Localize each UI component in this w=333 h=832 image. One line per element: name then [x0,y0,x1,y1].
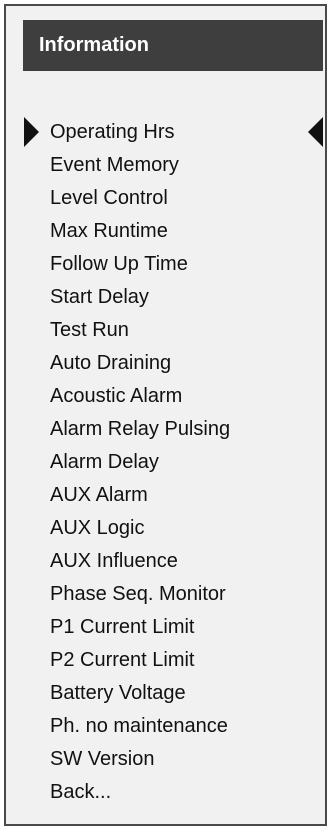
menu-item-max-runtime[interactable]: Max Runtime [50,216,168,246]
menu-item-operating-hrs[interactable]: Operating Hrs [50,117,175,147]
menu-item-event-memory[interactable]: Event Memory [50,150,179,180]
info-menu-panel: Information Operating Hrs Event Memory L… [4,4,327,826]
menu-item-sw-version[interactable]: SW Version [50,744,154,774]
menu-item-phase-seq-monitor[interactable]: Phase Seq. Monitor [50,579,226,609]
menu-item-level-control[interactable]: Level Control [50,183,168,213]
menu-item-battery-voltage[interactable]: Battery Voltage [50,678,186,708]
menu-item-alarm-relay-pulsing[interactable]: Alarm Relay Pulsing [50,414,230,444]
menu-item-alarm-delay[interactable]: Alarm Delay [50,447,159,477]
selection-arrow-right-icon [308,117,323,147]
menu-header: Information [23,20,323,71]
menu-item-aux-logic[interactable]: AUX Logic [50,513,145,543]
menu-item-acoustic-alarm[interactable]: Acoustic Alarm [50,381,182,411]
menu-item-back[interactable]: Back... [50,777,111,807]
selection-arrow-left-icon [24,117,39,147]
menu-item-start-delay[interactable]: Start Delay [50,282,149,312]
menu-item-ph-no-maintenance[interactable]: Ph. no maintenance [50,711,228,741]
menu-item-follow-up-time[interactable]: Follow Up Time [50,249,188,279]
menu-item-test-run[interactable]: Test Run [50,315,129,345]
menu-item-p2-current-limit[interactable]: P2 Current Limit [50,645,195,675]
menu-item-auto-draining[interactable]: Auto Draining [50,348,171,378]
menu-item-p1-current-limit[interactable]: P1 Current Limit [50,612,195,642]
menu-item-aux-alarm[interactable]: AUX Alarm [50,480,148,510]
menu-item-aux-influence[interactable]: AUX Influence [50,546,178,576]
